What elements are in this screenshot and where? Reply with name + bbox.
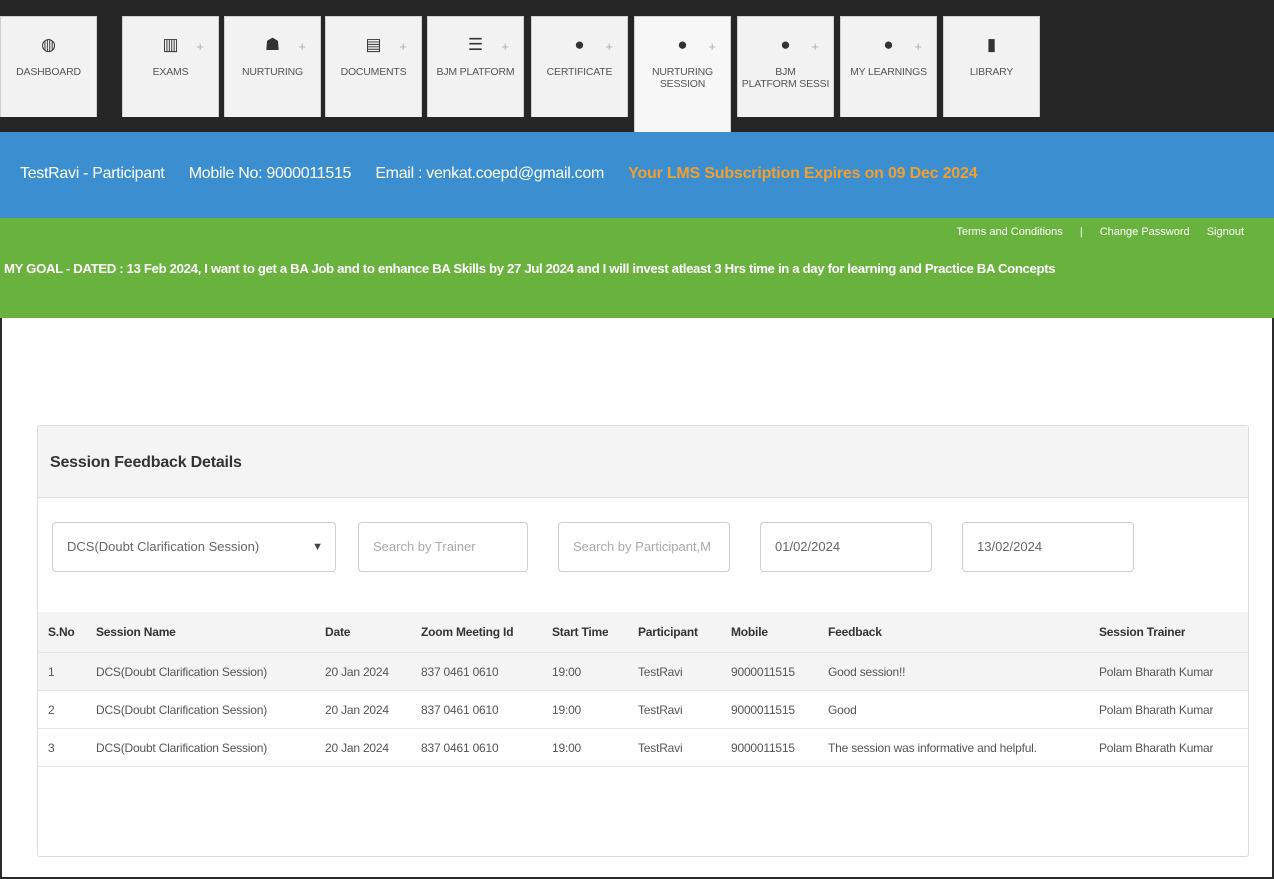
cell-mobile: 9000011515 (731, 665, 795, 679)
panel-title: Session Feedback Details (50, 454, 242, 471)
tab-nurturing-session[interactable]: ● + NURTURING SESSION (634, 16, 731, 132)
filter-bar: DCS(Doubt Clarification Session) ▼ Searc… (38, 522, 1248, 572)
tab-label: DASHBOARD (16, 66, 81, 78)
session-type-value: DCS(Doubt Clarification Session) (67, 539, 260, 554)
col-mobile: Mobile (731, 625, 768, 639)
cell-mobile: 9000011515 (731, 741, 795, 755)
table-row: 2 DCS(Doubt Clarification Session) 20 Ja… (38, 690, 1248, 728)
cell-zoom-id: 837 0461 0610 (421, 741, 499, 755)
plus-icon: + (605, 39, 613, 54)
trainer-search-input[interactable]: Search by Trainer (358, 522, 528, 572)
cell-zoom-id: 837 0461 0610 (421, 665, 499, 679)
cell-session-trainer: Polam Bharath Kumar (1099, 741, 1214, 755)
user-name-role: TestRavi - Participant (20, 165, 165, 182)
col-session-name: Session Name (96, 625, 176, 639)
cell-session-name: DCS(Doubt Clarification Session) (96, 703, 267, 717)
book-icon: ▮ (986, 35, 997, 54)
cell-session-name: DCS(Doubt Clarification Session) (96, 665, 267, 679)
tab-exams[interactable]: ▥ + EXAMS (122, 16, 219, 117)
goal-text: MY GOAL - DATED : 13 Feb 2024, I want to… (4, 261, 1056, 276)
tab-my-learnings[interactable]: ● + MY LEARNINGS (840, 16, 937, 117)
tab-label: MY LEARNINGS (850, 66, 927, 78)
cell-start-time: 19:00 (552, 741, 582, 755)
table-row: 3 DCS(Doubt Clarification Session) 20 Ja… (38, 728, 1248, 766)
cell-feedback: The session was informative and helpful. (828, 741, 1037, 755)
tab-documents[interactable]: ▤ + DOCUMENTS (325, 16, 422, 117)
user-info: TestRavi - Participant Mobile No: 900001… (20, 165, 997, 183)
cell-participant: TestRavi (638, 703, 683, 717)
cell-mobile: 9000011515 (731, 703, 795, 717)
plus-icon: + (811, 39, 819, 54)
tab-certificate[interactable]: ● + CERTIFICATE (531, 16, 628, 117)
tab-label: DOCUMENTS (340, 66, 407, 78)
table-bottom-border (38, 766, 1248, 767)
plus-icon: + (196, 39, 204, 54)
tab-bjm-platform[interactable]: ☰ + BJM PLATFORM (427, 16, 524, 117)
goal-bar: Terms and Conditions | Change Password S… (0, 218, 1274, 318)
cell-date: 20 Jan 2024 (325, 703, 389, 717)
col-session-trainer: Session Trainer (1099, 625, 1186, 639)
tab-library[interactable]: ▮ LIBRARY (943, 16, 1040, 117)
tab-nurturing[interactable]: ☗ + NURTURING (224, 16, 321, 117)
cell-sno: 3 (48, 741, 55, 755)
tab-dashboard[interactable]: ◍ DASHBOARD (0, 16, 97, 117)
cell-sno: 2 (48, 703, 55, 717)
col-start-time: Start Time (552, 625, 609, 639)
cell-zoom-id: 837 0461 0610 (421, 703, 499, 717)
tab-bjm-platform-session[interactable]: ● + BJM PLATFORM SESSI (737, 16, 834, 117)
user-email: Email : venkat.coepd@gmail.com (375, 165, 604, 182)
tab-label: EXAMS (152, 66, 189, 78)
cell-start-time: 19:00 (552, 703, 582, 717)
session-feedback-panel: Session Feedback Details DCS(Doubt Clari… (37, 425, 1249, 857)
user-info-bar: TestRavi - Participant Mobile No: 900001… (0, 132, 1274, 218)
dashboard-icon: ◍ (41, 35, 56, 54)
cell-feedback: Good session!! (828, 665, 906, 679)
tab-label: BJM PLATFORM (436, 66, 515, 78)
tab-label: CERTIFICATE (546, 66, 613, 78)
table-header-row: S.No Session Name Date Zoom Meeting Id S… (38, 612, 1248, 652)
col-sno: S.No (48, 625, 75, 639)
cell-session-name: DCS(Doubt Clarification Session) (96, 741, 267, 755)
plus-icon: + (914, 39, 922, 54)
link-divider: | (1079, 226, 1083, 238)
plus-icon: + (501, 39, 509, 54)
account-links: Terms and Conditions | Change Password S… (942, 226, 1244, 238)
tab-label: LIBRARY (969, 66, 1014, 78)
terms-link[interactable]: Terms and Conditions (956, 226, 1062, 238)
participant-search-input[interactable]: Search by Participant,M (558, 522, 730, 572)
col-zoom-id: Zoom Meeting Id (421, 625, 514, 639)
panel-header: Session Feedback Details (38, 426, 1248, 498)
cell-date: 20 Jan 2024 (325, 665, 389, 679)
tab-label: NURTURING SESSION (651, 66, 713, 90)
user-mobile: Mobile No: 9000011515 (188, 165, 352, 182)
signout-link[interactable]: Signout (1207, 226, 1244, 238)
change-password-link[interactable]: Change Password (1100, 226, 1190, 238)
cell-session-trainer: Polam Bharath Kumar (1099, 703, 1214, 717)
col-feedback: Feedback (828, 625, 882, 639)
cell-date: 20 Jan 2024 (325, 741, 389, 755)
plus-icon: + (708, 39, 716, 54)
cell-start-time: 19:00 (552, 665, 582, 679)
table-row: 1 DCS(Doubt Clarification Session) 20 Ja… (38, 652, 1248, 690)
cell-session-trainer: Polam Bharath Kumar (1099, 665, 1214, 679)
tab-label: BJM PLATFORM SESSI (741, 66, 830, 90)
chevron-down-icon: ▼ (312, 541, 323, 553)
plus-icon: + (298, 39, 306, 54)
to-date-input[interactable]: 13/02/2024 (962, 522, 1134, 572)
plus-icon: + (399, 39, 407, 54)
top-nav: ◍ DASHBOARD ▥ + EXAMS ☗ + NURTURING ▤ + … (0, 0, 1274, 132)
col-date: Date (325, 625, 351, 639)
cell-participant: TestRavi (638, 665, 683, 679)
tab-label: NURTURING (241, 66, 303, 78)
cell-participant: TestRavi (638, 741, 683, 755)
cell-feedback: Good (828, 703, 857, 717)
col-participant: Participant (638, 625, 698, 639)
cell-sno: 1 (48, 665, 55, 679)
subscription-expiry: Your LMS Subscription Expires on 09 Dec … (628, 165, 978, 182)
from-date-input[interactable]: 01/02/2024 (760, 522, 932, 572)
session-type-select[interactable]: DCS(Doubt Clarification Session) ▼ (52, 522, 336, 572)
